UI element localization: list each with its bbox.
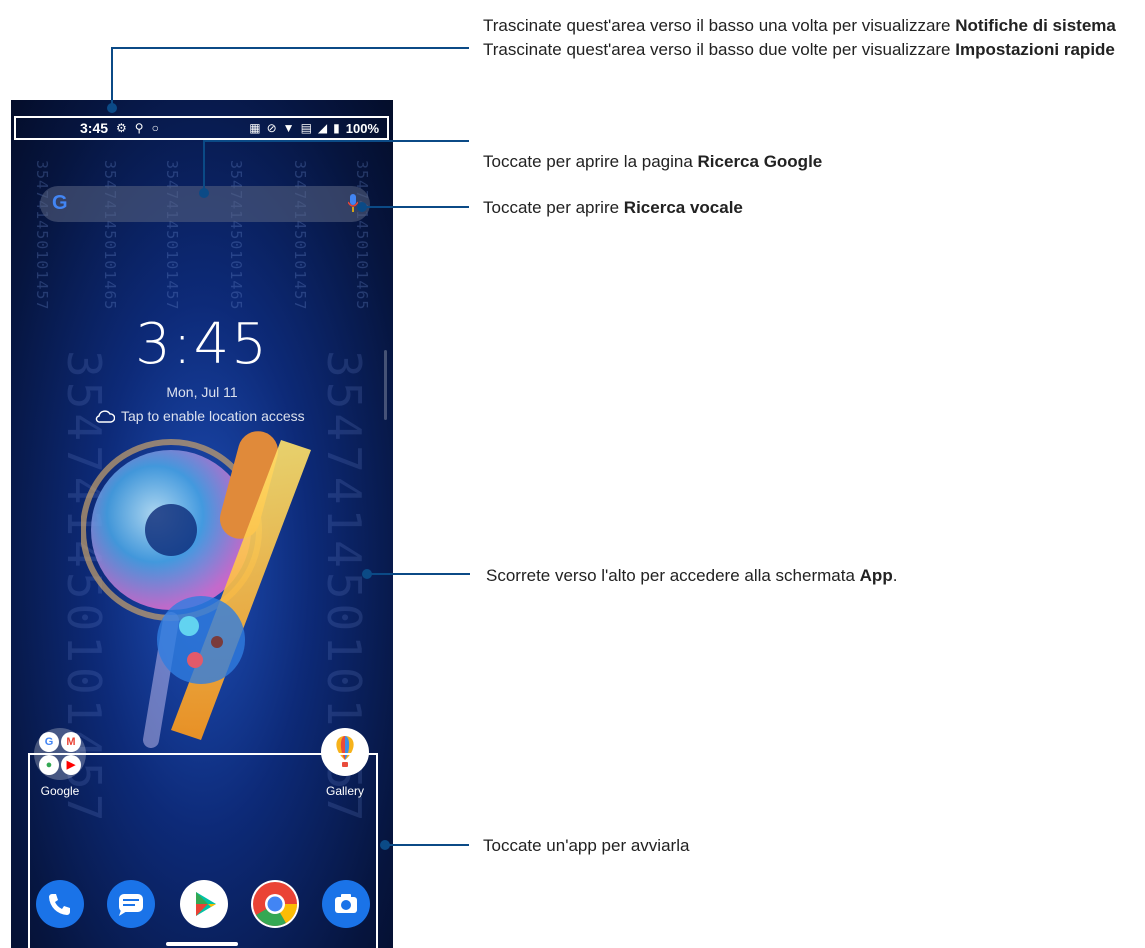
google-icon: G [39, 732, 59, 752]
callout-text: Toccate un'app per avviarla [483, 836, 690, 855]
home-clock[interactable]: 3:45 [11, 312, 393, 377]
weather-text: Tap to enable location access [121, 408, 305, 424]
status-time: 3:45 [80, 120, 109, 136]
callout-bold: App [859, 566, 893, 585]
watermark-text: 354741450101465 [227, 160, 245, 311]
callout-dot [199, 188, 209, 198]
callout-dot [107, 103, 117, 113]
callout-text: Trascinate quest'area verso il basso una… [483, 16, 956, 35]
signal-icon: ◢ [317, 121, 328, 135]
callout-line [203, 140, 469, 142]
status-bar[interactable]: 3:45 ⚙ ⚲ ○ ▦ ⊘ ▼ ▤ ◢ ▮ 100% [14, 116, 389, 140]
home-date[interactable]: Mon, Jul 11 [11, 384, 393, 400]
phone-home-screen[interactable]: 354741450101457 354741450101465 35474145… [11, 100, 393, 948]
callout-line [111, 47, 469, 49]
battery-icon: ▮ [333, 121, 340, 135]
callout-text: . [892, 566, 898, 585]
watermark-text: 354741450101457 [291, 160, 309, 311]
bulb-icon: ○ [151, 121, 159, 135]
callout-line [385, 844, 469, 846]
callout-text: Scorrete verso l'alto per accedere alla … [486, 566, 860, 585]
callout-line [203, 140, 205, 192]
wifi-icon: ▼ [282, 121, 295, 135]
weather-widget[interactable]: Tap to enable location access [95, 408, 305, 424]
callout-bold: Ricerca Google [697, 152, 823, 171]
pin-icon: ⚲ [134, 121, 144, 135]
callout-bold: Impostazioni rapide [955, 40, 1115, 59]
keyboard-icon: ▦ [249, 121, 261, 135]
volte-icon: ▤ [300, 121, 312, 135]
callout-launch-app: Toccate un'app per avviarla [483, 834, 689, 858]
callout-line [362, 206, 469, 208]
watermark-text: 354741450101457 [33, 160, 51, 311]
callout-google-search: Toccate per aprire la pagina Ricerca Goo… [483, 150, 822, 174]
callout-text: Toccate per aprire [483, 198, 624, 217]
watermark-text: 354741450101465 [101, 160, 119, 311]
google-logo-icon: G [52, 192, 68, 214]
callout-status-bar: Trascinate quest'area verso il basso una… [483, 14, 1143, 62]
callout-voice-search: Toccate per aprire Ricerca vocale [483, 196, 743, 220]
mute-icon: ⊘ [266, 121, 277, 135]
watermark-text: 354741450101465 [353, 160, 371, 311]
gesture-nav-pill[interactable] [166, 942, 238, 946]
callout-apps-screen: Scorrete verso l'alto per accedere alla … [486, 564, 897, 588]
callout-text: Trascinate quest'area verso il basso due… [483, 40, 956, 59]
gmail-icon: M [61, 732, 81, 752]
callout-bold: Ricerca vocale [623, 198, 743, 217]
wallpaper-nine-art [81, 431, 311, 748]
gear-icon: ⚙ [116, 121, 127, 135]
cloud-icon [95, 410, 115, 423]
callout-bold: Notifiche di sistema [955, 16, 1116, 35]
apps-highlight-box [28, 753, 378, 948]
callout-line [111, 47, 113, 107]
watermark-text: 354741450101457 [163, 160, 181, 311]
battery-level: 100% [345, 120, 379, 136]
callout-text: Toccate per aprire la pagina [483, 152, 698, 171]
callout-line [367, 573, 470, 575]
